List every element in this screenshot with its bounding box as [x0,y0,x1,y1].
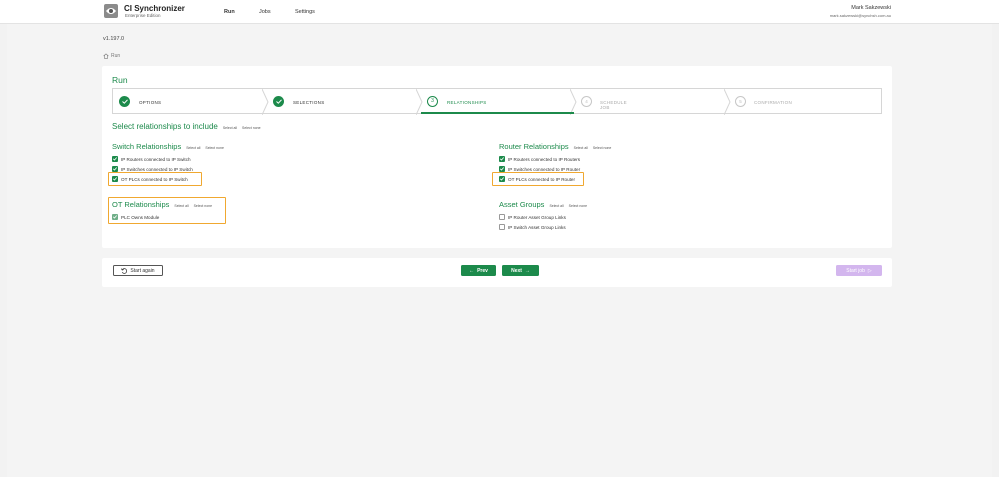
highlight-frame [492,172,584,186]
checkbox-label: IP Switches connected to IP Switch [121,166,193,172]
user-name[interactable]: Mark Sakzewski [851,5,891,11]
step-number-5: 5 [735,96,746,107]
asset-select-none-link[interactable]: Select none [569,204,588,208]
next-button[interactable]: Next → [502,265,539,276]
router-checkbox-1[interactable]: IP Routers connected to IP Routers [499,156,580,162]
prev-button[interactable]: ← Prev [461,265,496,276]
switch-relationships-heading: Switch Relationships Select all Select n… [112,142,224,151]
card-title: Run [112,75,128,85]
step-label-confirmation: CONFIRMATION [754,100,793,105]
main-heading-text: Select relationships to include [112,122,218,131]
router-select-all-link[interactable]: Select all [574,146,588,150]
nav-settings[interactable]: Settings [295,9,315,15]
step-label-selections: SELECTIONS [293,100,325,105]
breadcrumb-run[interactable]: Run [111,53,120,59]
breadcrumb[interactable]: Run [103,53,120,59]
app-edition: Enterprise Edition [125,13,161,18]
top-bar: CI Synchronizer Enterprise Edition Run J… [0,0,999,24]
checkbox-checked-icon[interactable] [112,156,118,162]
switch-select-none-link[interactable]: Select none [205,146,224,150]
select-all-link[interactable]: Select all [223,126,237,130]
switch-relationships-title: Switch Relationships [112,142,182,151]
checkbox-unchecked-icon[interactable] [499,214,505,220]
step-label-relationships: RELATIONSHIPS [447,100,487,105]
router-relationships-title: Router Relationships [499,142,569,151]
step-number-4: 4 [581,96,592,107]
select-none-link[interactable]: Select none [242,126,261,130]
start-again-label: Start again [130,267,155,274]
synchsh-logo-icon [104,4,118,18]
switch-select-all-link[interactable]: Select all [186,146,200,150]
step-done-icon [273,96,284,107]
nav-jobs[interactable]: Jobs [259,9,271,15]
checkbox-label: IP Routers connected to IP Routers [508,156,581,162]
stepper: OPTIONS SELECTIONS 3 RELATIONSHIPS 4 SCH… [112,88,882,115]
asset-checkbox-1[interactable]: IP Router Asset Group Links [499,214,566,220]
footer-card [102,258,892,287]
highlight-frame [108,197,226,224]
next-label: Next [511,267,522,274]
arrow-left-icon: ← [469,267,475,274]
start-again-button[interactable]: Start again [113,265,163,276]
restart-icon [121,267,128,274]
step-label-schedule-job: SCHEDULE JOB [600,100,627,110]
start-job-label: Start job [846,267,865,274]
step-divider-icon [262,89,269,115]
asset-groups-title: Asset Groups [499,200,545,209]
arrow-right-icon: → [524,267,530,274]
prev-label: Prev [477,267,488,274]
checkbox-unchecked-icon[interactable] [499,224,505,230]
step-done-icon [119,96,130,107]
checkbox-label: IP Switch Asset Group Links [508,224,566,230]
home-icon [103,53,109,59]
active-step-underline [421,112,574,114]
highlight-frame [108,172,202,186]
router-select-none-link[interactable]: Select none [593,146,612,150]
checkbox-label: IP Switches connected to IP Router [508,166,581,172]
checkbox-label: IP Routers connected to IP Switch [121,156,191,162]
version-label: v1.197.0 [103,36,125,42]
checkbox-checked-icon[interactable] [499,156,505,162]
play-icon: ▷ [867,267,872,274]
app-title: CI Synchronizer [124,4,185,13]
user-email: mark.sakzewski@synchsh.com.au [829,13,891,18]
checkbox-label: IP Router Asset Group Links [508,214,566,220]
asset-select-all-link[interactable]: Select all [549,204,563,208]
start-job-button[interactable]: Start job ▷ [836,265,882,276]
asset-checkbox-2[interactable]: IP Switch Asset Group Links [499,224,566,230]
router-relationships-heading: Router Relationships Select all Select n… [499,142,611,151]
switch-checkbox-1[interactable]: IP Routers connected to IP Switch [112,156,191,162]
nav-run[interactable]: Run [224,9,235,15]
step-divider-icon [724,89,731,115]
main-heading: Select relationships to include Select a… [112,122,261,131]
step-label-options: OPTIONS [139,100,162,105]
asset-groups-heading: Asset Groups Select all Select none [499,200,587,209]
step-number-3: 3 [427,96,438,107]
